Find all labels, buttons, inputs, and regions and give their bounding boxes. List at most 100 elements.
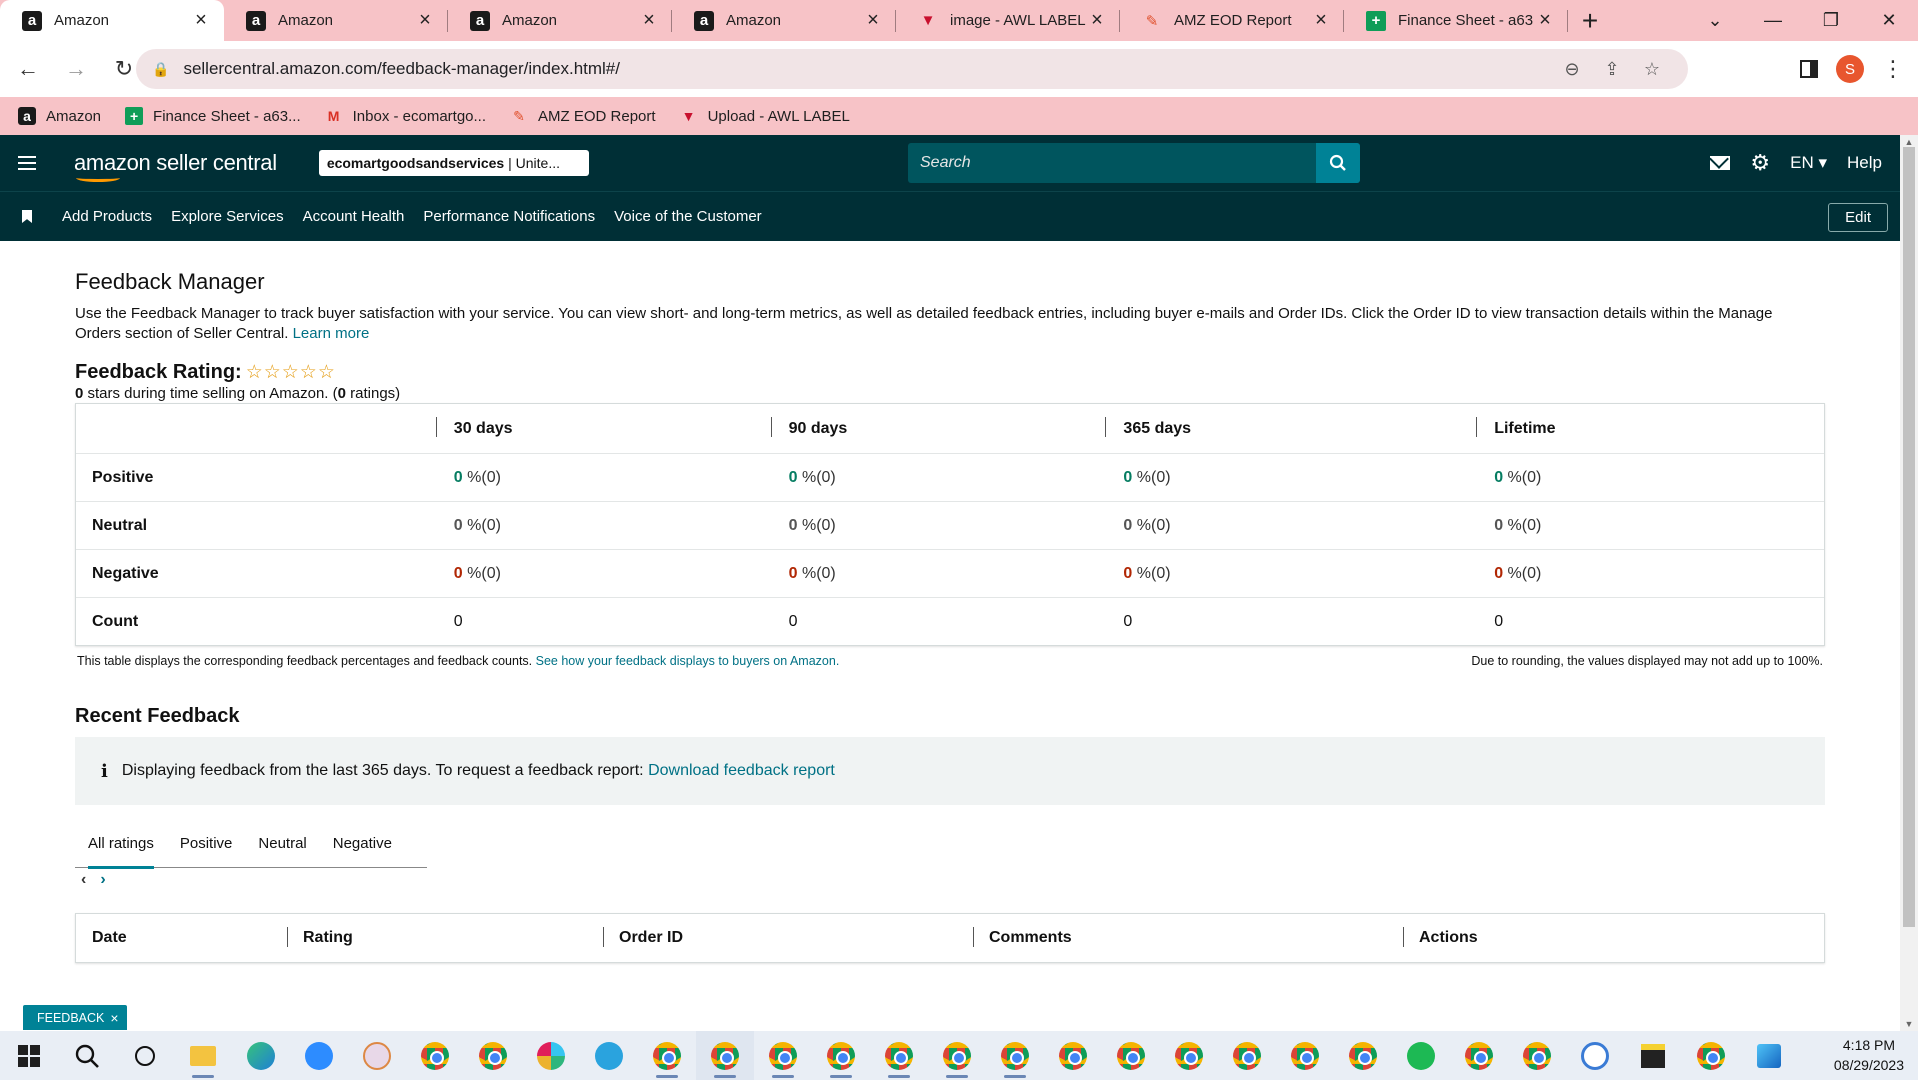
column-header[interactable]: Actions: [1403, 927, 1719, 947]
snipping-tool-icon[interactable]: [348, 1031, 406, 1080]
tab-positive[interactable]: Positive: [167, 820, 246, 868]
help-link[interactable]: Help: [1847, 153, 1882, 173]
edit-nav-button[interactable]: Edit: [1828, 203, 1888, 232]
scroll-down-icon[interactable]: ▼: [1900, 1019, 1918, 1029]
url-bar[interactable]: 🔒 sellercentral.amazon.com/feedback-mana…: [136, 49, 1688, 89]
photos-icon[interactable]: [1740, 1031, 1798, 1080]
column-header[interactable]: Comments: [973, 927, 1419, 947]
bookmark-star-icon[interactable]: ☆: [1632, 59, 1672, 80]
new-tab-button[interactable]: +: [1568, 0, 1612, 41]
chrome-icon[interactable]: [986, 1031, 1044, 1080]
mail-icon[interactable]: [1710, 156, 1731, 170]
chrome-icon[interactable]: [1276, 1031, 1334, 1080]
sticky-notes-icon[interactable]: [1624, 1031, 1682, 1080]
spotify-icon[interactable]: [1392, 1031, 1450, 1080]
scroll-up-icon[interactable]: ▲: [1900, 137, 1918, 147]
scroll-thumb[interactable]: [1903, 147, 1915, 927]
zoom-icon[interactable]: ⊖: [1552, 59, 1592, 80]
chrome-icon[interactable]: [870, 1031, 928, 1080]
forward-icon[interactable]: →: [56, 49, 96, 89]
nav-add-products[interactable]: Add Products: [62, 208, 152, 225]
column-header[interactable]: Rating: [287, 927, 619, 947]
chrome-icon[interactable]: [464, 1031, 522, 1080]
close-icon[interactable]: ×: [864, 9, 882, 32]
nav-account-health[interactable]: Account Health: [303, 208, 405, 225]
chrome-icon[interactable]: [928, 1031, 986, 1080]
chrome-icon[interactable]: [812, 1031, 870, 1080]
nav-performance-notifications[interactable]: Performance Notifications: [423, 208, 595, 225]
bookmark-icon[interactable]: [22, 210, 32, 223]
download-report-link[interactable]: Download feedback report: [648, 762, 835, 780]
menu-icon[interactable]: ⋮: [1882, 56, 1904, 82]
chrome-icon[interactable]: [406, 1031, 464, 1080]
learn-more-link[interactable]: Learn more: [293, 325, 370, 342]
close-icon[interactable]: ×: [192, 9, 210, 32]
chrome-icon[interactable]: [1160, 1031, 1218, 1080]
page-scrollbar[interactable]: ▲ ▼: [1900, 135, 1918, 1031]
bookmark-item[interactable]: a Amazon: [18, 107, 101, 125]
url-text[interactable]: sellercentral.amazon.com/feedback-manage…: [183, 59, 1552, 79]
start-button[interactable]: [0, 1031, 58, 1080]
feedback-button[interactable]: FEEDBACK ×: [23, 1005, 127, 1030]
language-selector[interactable]: EN ▾: [1790, 153, 1827, 173]
system-clock[interactable]: 4:18 PM 08/29/2023: [1834, 1035, 1904, 1075]
nav-explore-services[interactable]: Explore Services: [171, 208, 284, 225]
side-panel-icon[interactable]: [1800, 60, 1818, 78]
browser-tab[interactable]: ✎ AMZ EOD Report ×: [1120, 0, 1344, 41]
tab-search-icon[interactable]: ⌄: [1686, 0, 1744, 41]
lock-icon[interactable]: 🔒: [152, 61, 169, 78]
browser-tab[interactable]: a Amazon ×: [448, 0, 672, 41]
close-window-icon[interactable]: ✕: [1860, 0, 1918, 41]
hamburger-menu-icon[interactable]: [0, 156, 54, 170]
chrome-icon[interactable]: [1334, 1031, 1392, 1080]
close-icon[interactable]: ×: [1536, 9, 1554, 32]
bookmark-item[interactable]: ✎ AMZ EOD Report: [510, 107, 655, 125]
task-view-icon[interactable]: [116, 1031, 174, 1080]
browser-tab[interactable]: a Amazon ×: [672, 0, 896, 41]
tab-all-ratings[interactable]: All ratings: [75, 820, 167, 869]
chrome-icon[interactable]: [1682, 1031, 1740, 1080]
browser-tab[interactable]: a Amazon ×: [0, 0, 224, 41]
edge-icon[interactable]: [232, 1031, 290, 1080]
close-icon[interactable]: ×: [640, 9, 658, 32]
chrome-icon[interactable]: [1044, 1031, 1102, 1080]
restore-icon[interactable]: ❐: [1802, 0, 1860, 41]
seller-central-logo[interactable]: amazon seller central: [74, 150, 277, 182]
bookmark-item[interactable]: ▼ Upload - AWL LABEL: [680, 107, 850, 125]
bookmark-item[interactable]: M Inbox - ecomartgo...: [325, 107, 486, 125]
tab-negative[interactable]: Negative: [320, 820, 405, 868]
search-icon[interactable]: [58, 1031, 116, 1080]
bookmark-item[interactable]: + Finance Sheet - a63...: [125, 107, 301, 125]
close-icon[interactable]: ×: [1312, 9, 1330, 32]
chrome-icon[interactable]: [754, 1031, 812, 1080]
chrome-icon[interactable]: [1102, 1031, 1160, 1080]
chrome-icon[interactable]: [1218, 1031, 1276, 1080]
close-icon[interactable]: ×: [1088, 9, 1106, 32]
chrome-icon[interactable]: [638, 1031, 696, 1080]
column-header[interactable]: Date: [76, 929, 303, 947]
browser-tab[interactable]: + Finance Sheet - a63 ×: [1344, 0, 1568, 41]
close-icon[interactable]: ×: [416, 9, 434, 32]
back-icon[interactable]: ←: [8, 49, 48, 89]
column-header[interactable]: Order ID: [603, 927, 989, 947]
file-explorer-icon[interactable]: [174, 1031, 232, 1080]
nav-voice-of-customer[interactable]: Voice of the Customer: [614, 208, 762, 225]
chrome-icon[interactable]: [696, 1031, 754, 1080]
share-icon[interactable]: ⇪: [1592, 59, 1632, 80]
profile-avatar[interactable]: S: [1836, 55, 1864, 83]
telegram-icon[interactable]: [580, 1031, 638, 1080]
chevron-left-icon[interactable]: ‹: [81, 871, 86, 889]
slack-icon[interactable]: [522, 1031, 580, 1080]
minimize-icon[interactable]: —: [1744, 0, 1802, 41]
feedback-display-link[interactable]: See how your feedback displays to buyers…: [536, 654, 840, 668]
browser-tab[interactable]: a Amazon ×: [224, 0, 448, 41]
search-button[interactable]: [1316, 143, 1360, 183]
close-icon[interactable]: ×: [110, 1010, 118, 1026]
zoom-icon[interactable]: [290, 1031, 348, 1080]
chrome-icon[interactable]: [1450, 1031, 1508, 1080]
chat-icon[interactable]: [1566, 1031, 1624, 1080]
chrome-icon[interactable]: [1508, 1031, 1566, 1080]
marketplace-selector[interactable]: ecomartgoodsandservices | Unite...: [318, 150, 589, 176]
search-input[interactable]: [908, 143, 1316, 183]
tab-neutral[interactable]: Neutral: [245, 820, 319, 868]
